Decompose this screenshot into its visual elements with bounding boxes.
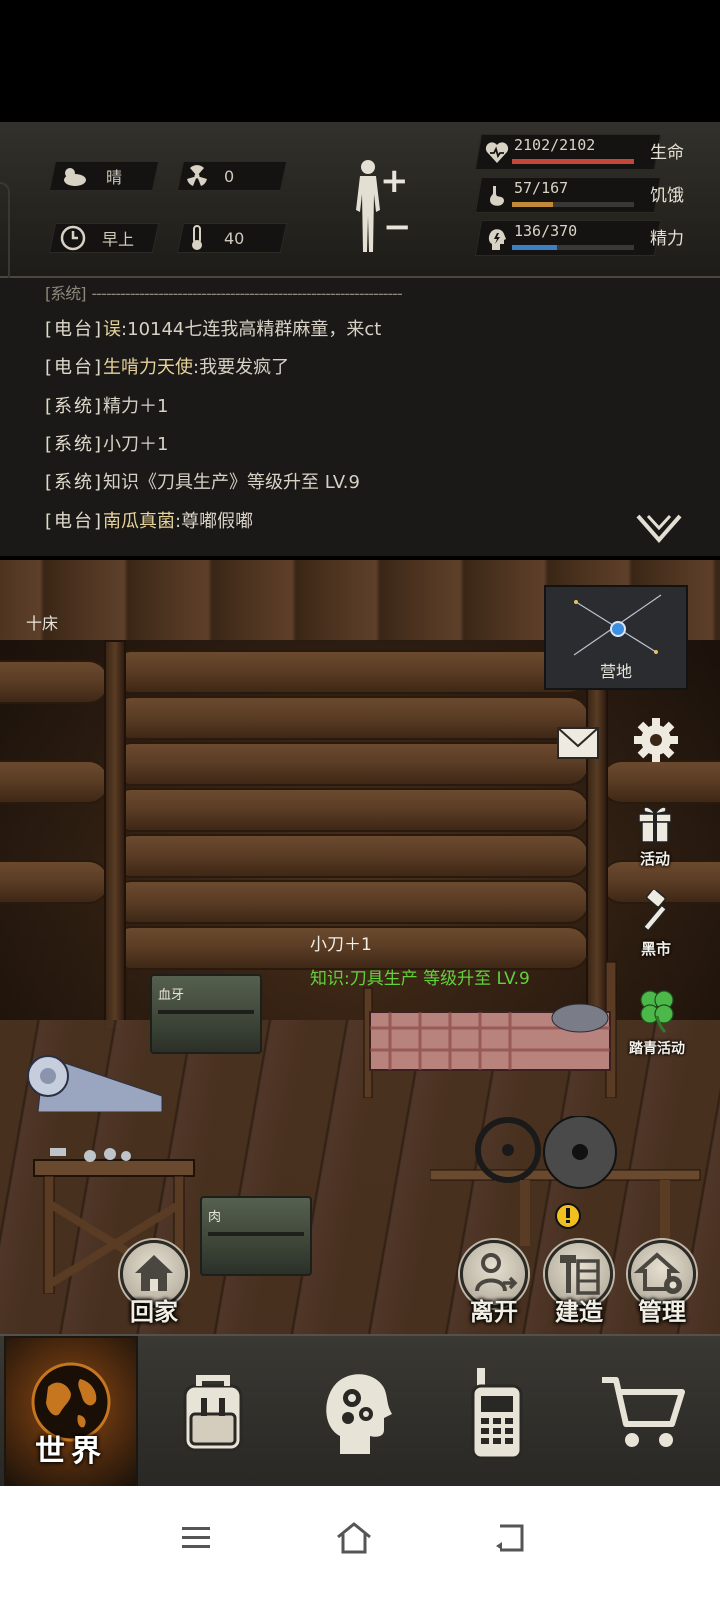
energy-head-icon [488, 229, 506, 250]
hunger-stat: 57/167 饥饿 [474, 177, 718, 213]
sleeping-mat-icon[interactable] [14, 1046, 166, 1112]
activity-label: 活动 [639, 850, 670, 868]
radio-icon [471, 1368, 523, 1460]
health-bar [512, 159, 634, 164]
radiation-indicator: 0 [186, 161, 234, 191]
leave-label: 离开 [470, 1298, 518, 1326]
radio-tab[interactable] [430, 1336, 564, 1488]
gift-icon [638, 806, 672, 843]
chat-line: [系统]小刀＋1 [45, 434, 169, 455]
heart-icon [485, 142, 509, 163]
health-label: 生命 [650, 143, 684, 163]
temperature-indicator: 40 [190, 223, 244, 253]
bed-label: 十床 [26, 614, 59, 633]
black-market-button[interactable]: 黑市 [628, 888, 684, 959]
status-panel: 晴 0 早上 40 + − 2102/2102 生命 57/167 饥饿 136… [0, 122, 720, 292]
chat-line: [系统]知识《刀具生产》等级升至 LV.9 [45, 472, 360, 493]
spring-event-label: 踏青活动 [629, 1041, 685, 1057]
recent-apps-button[interactable] [166, 1508, 226, 1568]
storage-crate[interactable]: 血牙 [150, 974, 262, 1054]
wall-log [110, 696, 590, 740]
cloud-sun-icon [64, 168, 86, 186]
energy-stat: 136/370 精力 [474, 220, 718, 256]
reward-popup-text: 小刀＋1 [310, 935, 372, 955]
wall-log [110, 834, 590, 878]
weather-indicator: 晴 [60, 161, 122, 191]
manage-label: 管理 [638, 1298, 686, 1326]
mail-icon[interactable] [556, 726, 600, 760]
skills-head-icon [326, 1374, 392, 1454]
menu-icon [182, 1527, 210, 1548]
chat-log[interactable]: [系统] ------------------------------------… [0, 278, 720, 556]
room-scene[interactable]: 十床 营地 活动 黑市 踏青活动 小刀＋1 知识:刀具生产 等级升至 LV.9 … [0, 560, 720, 1334]
activity-button[interactable]: 活动 [630, 800, 680, 869]
spring-event-button[interactable]: 踏青活动 [624, 986, 690, 1058]
temperature-value: 40 [224, 228, 245, 248]
radiation-value: 0 [224, 166, 235, 186]
gear-icon[interactable] [632, 716, 680, 764]
auction-hammer-icon [642, 888, 668, 932]
chat-line-partial: [系统] ------------------------------------… [45, 284, 403, 303]
time-value: 早上 [102, 230, 135, 249]
camp-minimap[interactable]: 营地 [544, 585, 688, 690]
world-tab-label: 世界 [35, 1434, 107, 1469]
wall-log [110, 742, 590, 786]
wall-log [0, 660, 110, 704]
backpack-icon [183, 1375, 243, 1452]
clover-icon [640, 990, 674, 1034]
shop-tab[interactable] [576, 1336, 710, 1488]
panel-edge-decoration [0, 182, 10, 292]
energy-value: 136/370 [514, 222, 578, 240]
home-label: 回家 [130, 1298, 178, 1326]
stomach-icon [490, 186, 504, 206]
chevron-double-down-icon[interactable] [636, 512, 682, 544]
map-node-icon [573, 594, 662, 656]
wall-log [0, 860, 110, 904]
health-value: 2102/2102 [514, 136, 596, 154]
time-indicator: 早上 [60, 223, 134, 253]
bed-icon[interactable] [360, 958, 624, 1098]
build-label: 建造 [555, 1298, 603, 1326]
storage-crate[interactable]: 肉 [200, 1196, 312, 1276]
chat-line: [系统]精力＋1 [45, 396, 169, 417]
minimap-label: 营地 [599, 662, 632, 681]
chat-line: [电台]南瓜真菌:尊嘟假嘟 [45, 511, 254, 532]
black-market-label: 黑市 [640, 940, 671, 958]
bottom-navigation: 世界 [0, 1334, 720, 1488]
radiation-icon [187, 165, 207, 186]
crate-label: 肉 [208, 1210, 222, 1225]
wall-log [110, 788, 590, 832]
plus-icon[interactable]: + [380, 164, 409, 198]
hunger-bar [512, 202, 634, 207]
chat-line: [电台]生啃力天使:我要发疯了 [45, 357, 290, 378]
hunger-label: 饥饿 [650, 186, 684, 206]
thermometer-icon [192, 225, 202, 250]
chat-line: [电台]误:10144七连我高精群麻童，来ct [45, 319, 382, 340]
saw-machine-icon[interactable] [430, 1116, 702, 1246]
wall-log [110, 880, 590, 924]
system-navigation-bar [0, 1486, 720, 1600]
home-outline-icon [337, 1522, 371, 1554]
skills-tab[interactable] [290, 1336, 424, 1488]
energy-label: 精力 [650, 229, 684, 249]
hunger-value: 57/167 [514, 179, 569, 197]
health-stat: 2102/2102 生命 [474, 134, 718, 170]
crate-label: 血牙 [158, 988, 185, 1003]
wall-log [600, 760, 720, 804]
world-tab[interactable]: 世界 [4, 1336, 138, 1488]
home-system-button[interactable] [324, 1508, 384, 1568]
minus-icon[interactable]: − [383, 210, 412, 244]
clock-icon [60, 225, 86, 251]
weather-value: 晴 [106, 168, 123, 187]
wall-beam [104, 640, 126, 1030]
wall-log [0, 760, 110, 804]
back-arrow-icon [496, 1524, 524, 1552]
backpack-tab[interactable] [146, 1336, 280, 1488]
back-button[interactable] [480, 1508, 540, 1568]
shop-cart-icon [602, 1377, 685, 1447]
energy-bar [512, 245, 634, 250]
wall-log [110, 650, 590, 694]
